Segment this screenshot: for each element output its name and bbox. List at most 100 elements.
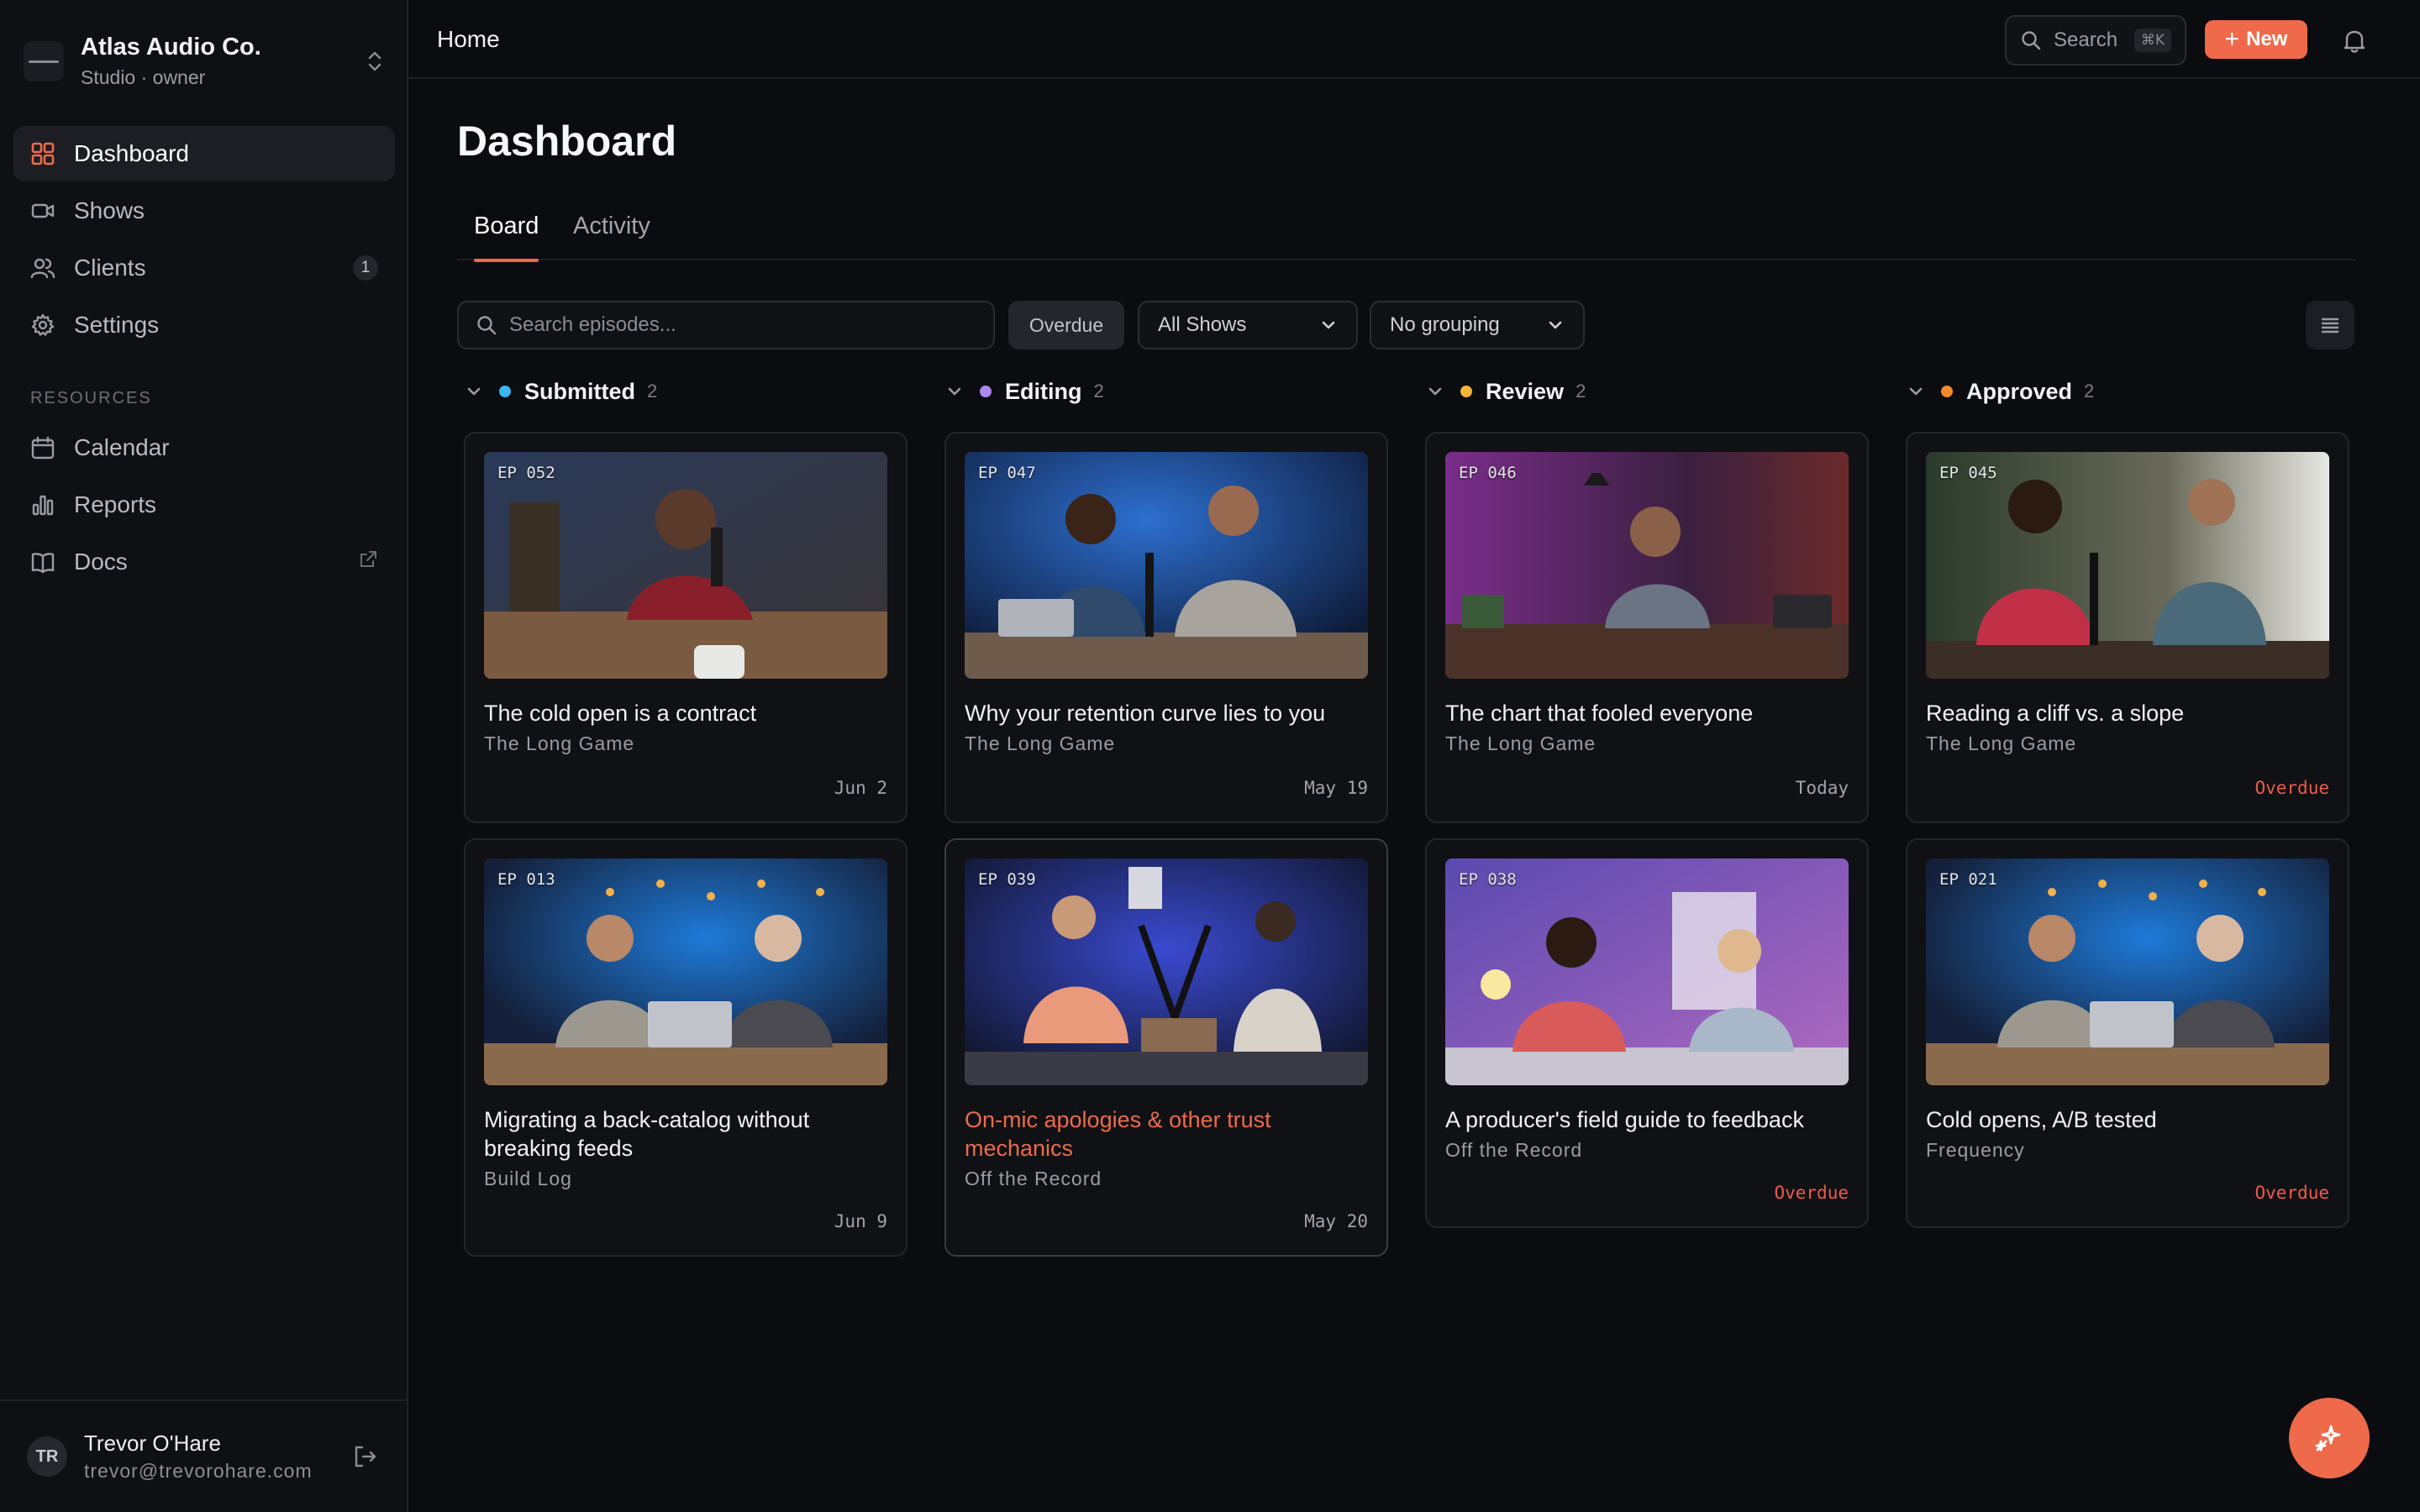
logout-icon[interactable] [350,1441,380,1472]
episode-thumbnail: EP 052 [484,452,887,679]
episode-number: EP 013 [497,870,555,889]
column-header-editing[interactable]: Editing 2 [944,375,1104,408]
episode-due-date: Jun 9 [834,1211,887,1231]
episode-due-date: Today [1795,778,1849,798]
search-shortcut: ⌘K [2133,29,2171,52]
chevron-down-icon [1322,321,1335,329]
sidebar-item-calendar[interactable]: Calendar [13,420,395,475]
episode-number: EP 046 [1459,464,1517,482]
episode-due-date: Overdue [2254,1183,2329,1203]
breadcrumb[interactable]: Home [437,24,500,55]
episode-search [457,301,995,349]
sidebar: Atlas Audio Co. Studio · owner Dashboard… [0,0,408,1512]
list-view-button[interactable] [2306,301,2354,349]
sidebar-item-label: Docs [74,549,128,575]
episode-search-input[interactable] [509,313,976,337]
episode-due-date: Overdue [2254,778,2329,798]
sidebar-item-clients[interactable]: Clients 1 [13,240,395,296]
grid-icon [30,141,55,166]
episode-show: Off the Record [1445,1139,1583,1161]
org-logo [24,41,64,81]
episode-title: The chart that fooled everyone [1445,701,1754,726]
episode-card[interactable]: EP 052 The cold open is a contract The L… [464,432,908,823]
resources-section-label: RESOURCES [30,389,152,407]
column-header-submitted[interactable]: Submitted 2 [464,375,657,408]
column-count: 2 [2084,381,2095,402]
column-count: 2 [1093,381,1104,402]
sidebar-item-reports[interactable]: Reports [13,477,395,533]
episode-card[interactable]: EP 013 Migrating a back-catalog without … [464,838,908,1257]
sparkles-icon [2315,1425,2341,1452]
episode-thumbnail: EP 021 [1926,858,2329,1085]
chevron-down-icon [467,387,481,396]
grouping-select[interactable]: No grouping [1370,301,1585,349]
episode-title: The cold open is a contract [484,701,757,726]
episode-show: Off the Record [965,1168,1102,1189]
bell-icon[interactable] [2338,24,2371,57]
org-role: Studio · owner [81,66,206,88]
episode-card[interactable]: EP 046 The chart that fooled everyone Th… [1425,432,1869,823]
sidebar-item-label: Shows [74,197,145,223]
grouping-select-value: No grouping [1390,313,1500,336]
sidebar-item-label: Calendar [74,434,170,460]
clients-count-badge: 1 [353,255,378,281]
sidebar-item-label: Dashboard [74,140,189,166]
episode-show: The Long Game [1926,732,2077,754]
column-count: 2 [647,381,658,402]
search-icon [2022,31,2041,50]
episode-show: The Long Game [1445,732,1597,754]
episode-thumbnail: EP 013 [484,858,887,1085]
sidebar-item-settings[interactable]: Settings [13,297,395,353]
external-link-icon [358,549,378,575]
sidebar-nav: Dashboard Shows Clients 1 Settings RESOU… [13,126,395,591]
episode-card[interactable]: EP 047 Why your retention curve lies to … [944,432,1388,823]
plus-icon: + [2224,25,2240,53]
episode-show: The Long Game [484,732,635,754]
show-select[interactable]: All Shows [1138,301,1358,349]
column-header-approved[interactable]: Approved 2 [1906,375,2094,408]
users-icon [30,255,55,281]
episode-title: Migrating a back-catalog without breakin… [484,1107,810,1161]
sidebar-item-dashboard[interactable]: Dashboard [13,126,395,181]
status-dot [1460,386,1472,397]
new-button[interactable]: + New [2205,20,2307,59]
episode-card[interactable]: EP 021 Cold opens, A/B tested Frequency … [1906,838,2349,1228]
org-switcher[interactable]: Atlas Audio Co. Studio · owner [24,24,385,99]
user-profile: TR Trevor O'Hare trevor@trevorohare.com [0,1399,407,1512]
filter-bar: Overdue All Shows No grouping [457,301,2356,349]
avatar[interactable]: TR [27,1436,67,1477]
global-search-label: Search [2054,29,2118,51]
column-name: Approved [1966,378,2073,404]
status-dot [1941,386,1953,397]
org-name: Atlas Audio Co. [81,34,261,60]
episode-card[interactable]: EP 039 On-mic apologies & other trust me… [944,838,1388,1257]
episode-thumbnail: EP 047 [965,452,1368,679]
episode-number: EP 047 [978,464,1036,482]
episode-title: On-mic apologies & other trust mechanics [965,1107,1271,1161]
tab-activity[interactable]: Activity [573,198,650,260]
user-email: trevor@trevorohare.com [84,1460,313,1482]
list-icon [2321,318,2339,333]
chevron-down-icon [948,387,961,396]
ai-assistant-button[interactable] [2289,1398,2370,1478]
overdue-filter-chip[interactable]: Overdue [1008,301,1124,349]
episode-title: Why your retention curve lies to you [965,701,1326,726]
column-header-review[interactable]: Review 2 [1425,375,1586,408]
tab-board[interactable]: Board [474,198,539,262]
episode-show: The Long Game [965,732,1116,754]
sidebar-item-label: Clients [74,255,146,281]
status-dot [980,386,992,397]
episode-number: EP 039 [978,870,1036,889]
episode-number: EP 052 [497,464,555,482]
sidebar-item-docs[interactable]: Docs [13,534,395,590]
episode-due-date: Overdue [1774,1183,1849,1203]
bar-chart-icon [30,492,55,517]
episode-card[interactable]: EP 045 Reading a cliff vs. a slope The L… [1906,432,2349,823]
episode-card[interactable]: EP 038 A producer's field guide to feedb… [1425,838,1869,1228]
episode-due-date: May 19 [1304,778,1368,798]
global-search-button[interactable]: Search ⌘K [2005,15,2186,66]
top-bar: Home Search ⌘K + New [408,0,2420,79]
sidebar-item-label: Settings [74,312,160,338]
column-name: Review [1486,378,1565,404]
sidebar-item-shows[interactable]: Shows [13,183,395,239]
